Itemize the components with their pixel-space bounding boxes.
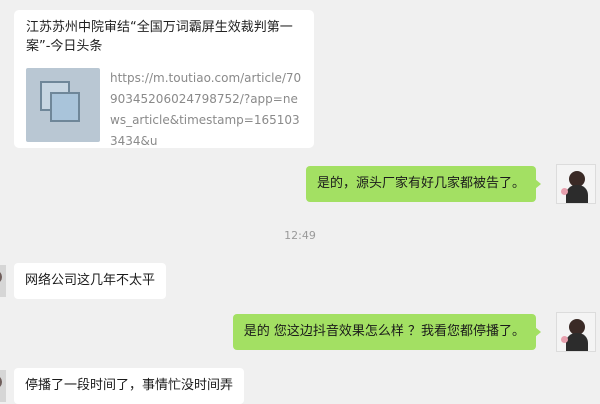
contact-avatar[interactable] [0,265,6,297]
message-bubble-outgoing[interactable]: 是的 您这边抖音效果怎么样 ？我看您都停播了。 [232,314,542,350]
message-text: 停播了一段时间了，事情忙没时间弄 [25,378,234,393]
link-card-title: 江苏苏州中院审结“全国万词霸屏生效裁判第一案”-今日头条 [26,20,293,54]
link-card[interactable]: 江苏苏州中院审结“全国万词霸屏生效裁判第一案”-今日头条 https://m.t… [14,10,314,148]
message-bubble-incoming[interactable]: 停播了一段时间了，事情忙没时间弄 [14,368,245,404]
message-text: 网络公司这几年不太平 [25,273,156,288]
document-icon [26,68,100,142]
link-card-url: https://m.toutiao.com/article/7090345206… [110,71,302,148]
message-text: 是的 您这边抖音效果怎么样 ？我看您都停播了。 [243,324,525,339]
contact-avatar[interactable] [0,370,6,402]
user-avatar[interactable] [556,312,596,352]
message-bubble-incoming[interactable]: 网络公司这几年不太平 [14,263,167,299]
user-avatar[interactable] [556,164,596,204]
message-bubble-outgoing[interactable]: 是的，源头厂家有好几家都被告了。 [305,166,542,202]
message-text: 是的，源头厂家有好几家都被告了。 [316,176,525,191]
message-timestamp: 12:49 [284,229,316,242]
